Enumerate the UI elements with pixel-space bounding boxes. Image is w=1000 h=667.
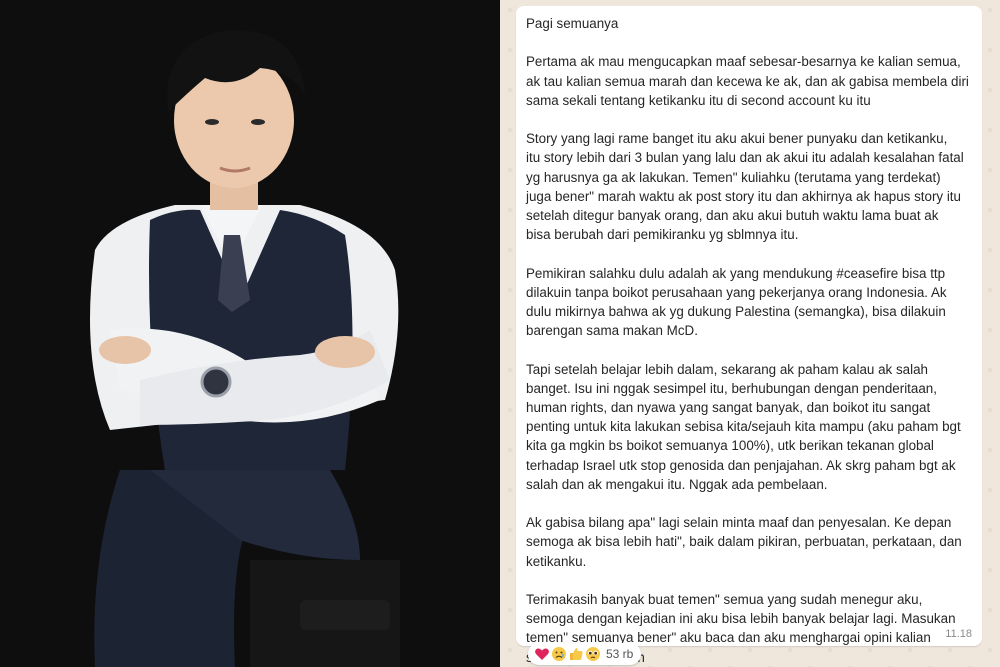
- message-line: Tapi setelah belajar lebih dalam, sekara…: [526, 361, 928, 377]
- chat-panel: Pagi semuanya Pertama ak mau mengucapkan …: [500, 0, 1000, 667]
- message-line: ketikanku.: [526, 553, 587, 569]
- reaction-count: 53 rb: [606, 647, 634, 661]
- message-line: dilakuin tanpa boikot perusahaan yang pe…: [526, 284, 947, 300]
- message-line: yg harusnya ga ak lakukan. Temen" kuliah…: [526, 169, 941, 185]
- message-line: bisa berubah dari pemikiranku yg sblmnya…: [526, 227, 799, 243]
- sad-face-icon: [552, 647, 566, 661]
- message-line: dulu mikirnya bahwa ak yg dukung Palesti…: [526, 304, 946, 319]
- message-line: human rights, dan nyawa yang sangat bany…: [526, 400, 931, 415]
- message-line: semoga ak bisa lebih hati", baik dalam p…: [526, 534, 962, 550]
- person-photo-illustration: [0, 0, 500, 667]
- message-bubble[interactable]: Pagi semuanya Pertama ak mau mengucapkan …: [516, 6, 982, 665]
- pleading-face-icon: [586, 647, 600, 661]
- message-line: sama sekali tentang ketikanku itu di sec…: [526, 92, 871, 108]
- message-line: salah dan ak mengakui itu. Nggak ada pem…: [526, 476, 828, 492]
- message-line: Pertama ak mau mengucapkan maaf sebesar-…: [526, 54, 961, 70]
- message-line: Pagi semuanya: [526, 16, 619, 31]
- message-paragraph: Story yang lagi rame banget itu aku akui…: [526, 129, 972, 244]
- message-text: Pagi semuanya Pertama ak mau mengucapkan …: [526, 14, 972, 667]
- message-paragraph: Pemikiran salahku dulu adalah ak yang me…: [526, 264, 972, 341]
- message-reactions[interactable]: 53 rb: [528, 643, 642, 665]
- message-line: itu story lebih dari 3 bulan yang lalu d…: [526, 150, 964, 166]
- message-line: Story yang lagi rame banget itu aku akui…: [526, 131, 948, 147]
- thumbs-up-icon: [570, 648, 583, 660]
- message-line: ak tau kalian semua marah dan kecewa ke …: [526, 73, 969, 89]
- message-paragraph: Pertama ak mau mengucapkan maaf sebesar-…: [526, 52, 972, 110]
- message-line: terhadap Israel utk stop genosida dan pe…: [526, 457, 956, 473]
- message-line: Ak gabisa bilang apa" lagi selain minta …: [526, 515, 952, 531]
- message-line: Pemikiran salahku dulu adalah ak yang me…: [526, 265, 946, 281]
- message-line: semoga dengan kejadian ini aku bisa lebi…: [526, 611, 956, 627]
- message-line: barengan sama makan McD.: [526, 323, 698, 339]
- message-line: Terimakasih banyak buat temen" semua yan…: [526, 592, 923, 607]
- message-paragraph: Pagi semuanya: [526, 14, 972, 33]
- red-heart-icon: [535, 648, 549, 660]
- message-paragraph: Tapi setelah belajar lebih dalam, sekara…: [526, 360, 972, 494]
- message-line: setelah ditegur banyak orang, dan aku ak…: [526, 208, 939, 223]
- profile-photo: [0, 0, 500, 667]
- message-timestamp: 11.18: [945, 628, 972, 640]
- message-line: kita ga mgkin bs boikot semuanya 100%), …: [526, 438, 934, 454]
- message-line: banget. Isu ini nggak sesimpel itu, berh…: [526, 380, 937, 396]
- message-line: juga bener" marah waktu ak post story it…: [526, 188, 961, 204]
- message-paragraph: Ak gabisa bilang apa" lagi selain minta …: [526, 513, 972, 571]
- message-line: penting untuk kita lakukan sebisa kita/s…: [526, 419, 961, 435]
